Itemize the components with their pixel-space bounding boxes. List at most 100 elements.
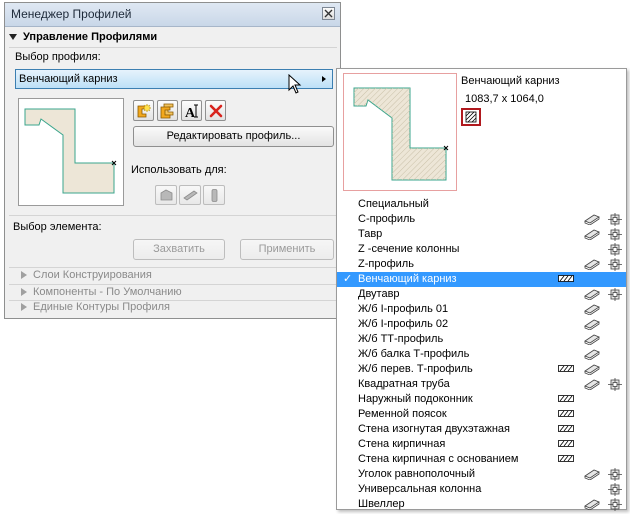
capture-button[interactable]: Захватить — [133, 239, 225, 260]
selected-profile-text: Венчающий карниз — [19, 73, 118, 85]
wall-icon — [160, 189, 173, 201]
section-title: Слои Конструирования — [33, 269, 152, 281]
profile-list-item[interactable]: Универсальная колонна — [337, 482, 626, 497]
beam-icon — [584, 348, 600, 363]
profile-list-item-label: Специальный — [358, 198, 429, 210]
profile-list-item[interactable]: Z -сечение колонны — [337, 242, 626, 257]
profile-list-item[interactable]: Ж/б ТТ-профиль — [337, 332, 626, 347]
rename-text-icon: A — [185, 104, 198, 119]
profile-list-item[interactable]: С-профиль — [337, 212, 626, 227]
use-for-beam-button[interactable] — [179, 185, 201, 205]
profile-list-item[interactable]: Стена кирпичная — [337, 437, 626, 452]
beam-icon — [584, 378, 600, 393]
close-button[interactable] — [322, 7, 335, 20]
profile-list-item[interactable]: Наружный подоконник — [337, 392, 626, 407]
profile-list-item-label: Уголок равнополочный — [358, 468, 476, 480]
profile-list-item-label: Двутавр — [358, 288, 400, 300]
collapsed-arrow-icon — [21, 288, 27, 297]
duplicate-profile-button[interactable] — [157, 100, 178, 121]
profile-list-item[interactable]: Ж/б I-профиль 02 — [337, 317, 626, 332]
title-bar[interactable]: Менеджер Профилей — [5, 3, 340, 27]
section-construction-layers[interactable]: Слои Конструирования — [21, 269, 152, 281]
column-icon — [608, 498, 622, 514]
duplicate-profile-icon — [160, 103, 174, 119]
hatch-slab-icon — [558, 423, 574, 435]
profile-list-item[interactable]: Стена кирпичная с основанием — [337, 452, 626, 467]
profile-list-item-label: Ж/б I-профиль 01 — [358, 303, 449, 315]
profile-list-item[interactable]: Уголок равнополочный — [337, 467, 626, 482]
section-title: Управление Профилями — [23, 31, 158, 43]
select-element-label: Выбор элемента: — [13, 221, 102, 233]
profile-list-item[interactable]: Двутавр — [337, 287, 626, 302]
beam-icon — [584, 303, 600, 318]
apply-button[interactable]: Применить — [240, 239, 334, 260]
divider — [9, 215, 337, 216]
window-title: Менеджер Профилей — [11, 7, 132, 21]
profile-shape-icon — [353, 87, 449, 181]
delete-profile-button[interactable] — [205, 100, 226, 121]
new-profile-icon — [137, 103, 152, 118]
profile-list-item-label: Стена кирпичная с основанием — [358, 453, 519, 465]
collapsed-arrow-icon — [21, 303, 27, 312]
profile-list-item-label: Ременной поясок — [358, 408, 447, 420]
profile-list-item-label: Ж/б балка Т-профиль — [358, 348, 470, 360]
profile-list-item[interactable]: Квадратная труба — [337, 377, 626, 392]
profile-shape-icon — [24, 108, 117, 194]
mouse-cursor-icon — [288, 74, 302, 94]
divider — [9, 284, 337, 285]
profile-list-item[interactable]: Стена изогнутая двухэтажная — [337, 422, 626, 437]
profile-list-item-label: Ж/б ТТ-профиль — [358, 333, 444, 345]
profile-list-item-label: Ж/б перев. Т-профиль — [358, 363, 473, 375]
beam-icon — [584, 258, 600, 273]
profile-dropdown[interactable]: Венчающий карниз — [15, 69, 333, 89]
use-for-wall-button[interactable] — [155, 185, 177, 205]
select-profile-label: Выбор профиля: — [15, 51, 101, 63]
edit-profile-button[interactable]: Редактировать профиль... — [133, 126, 334, 147]
delete-icon — [209, 104, 223, 118]
use-for-column-button[interactable] — [203, 185, 225, 205]
profile-list-item[interactable]: Швеллер — [337, 497, 626, 512]
hatch-slab-icon — [558, 273, 574, 285]
profile-preview — [18, 98, 124, 206]
beam-icon — [584, 318, 600, 333]
submenu-arrow-icon — [322, 76, 326, 82]
checkmark-icon: ✓ — [343, 273, 353, 285]
section-manage-profiles[interactable]: Управление Профилями — [9, 31, 157, 43]
profile-list-item[interactable]: Ременной поясок — [337, 407, 626, 422]
divider — [9, 267, 337, 268]
profile-list-item[interactable]: Ж/б I-профиль 01 — [337, 302, 626, 317]
profile-list-item-label: Z-профиль — [358, 258, 414, 270]
profile-list-item-label: Стена изогнутая двухэтажная — [358, 423, 510, 435]
popup-profile-name: Венчающий карниз — [461, 75, 560, 87]
profile-list-item[interactable]: Z-профиль — [337, 257, 626, 272]
profile-list: Специальный С-профиль Тавр Z -сечение колон… — [337, 197, 626, 512]
profile-list-item[interactable]: ✓ Венчающий карниз — [337, 272, 626, 287]
profile-list-item-label: Швеллер — [358, 498, 405, 510]
hatch-slab-icon — [558, 408, 574, 420]
profile-list-item-label: Стена кирпичная — [358, 438, 446, 450]
profile-list-item-label: Тавр — [358, 228, 383, 240]
beam-icon — [584, 333, 600, 348]
hatch-slab-icon — [558, 453, 574, 465]
hatch-slab-icon — [558, 393, 574, 405]
new-profile-button[interactable] — [133, 100, 154, 121]
section-profile-contours[interactable]: Единые Контуры Профиля — [21, 301, 170, 313]
section-default-components[interactable]: Компоненты - По Умолчанию — [21, 286, 182, 298]
profile-list-item[interactable]: Ж/б балка Т-профиль — [337, 347, 626, 362]
profile-list-item[interactable]: Ж/б перев. Т-профиль — [337, 362, 626, 377]
hatch-slab-icon — [465, 111, 477, 123]
divider — [9, 47, 337, 48]
profile-list-item[interactable]: Специальный — [337, 197, 626, 212]
hatch-slab-icon — [558, 438, 574, 450]
profile-popup-menu: Венчающий карниз 1083,7 x 1064,0 Специал… — [336, 68, 627, 512]
hatch-slab-icon — [558, 363, 574, 375]
profile-list-item-label: С-профиль — [358, 213, 416, 225]
profile-list-item[interactable]: Тавр — [337, 227, 626, 242]
popup-slab-badge — [461, 108, 481, 126]
close-icon — [324, 9, 333, 18]
rename-profile-button[interactable]: A — [181, 100, 202, 121]
profile-list-item-label: Ж/б I-профиль 02 — [358, 318, 449, 330]
collapsed-arrow-icon — [21, 271, 27, 280]
profile-list-item-label: Венчающий карниз — [358, 273, 457, 285]
profile-list-item-label: Универсальная колонна — [358, 483, 482, 495]
